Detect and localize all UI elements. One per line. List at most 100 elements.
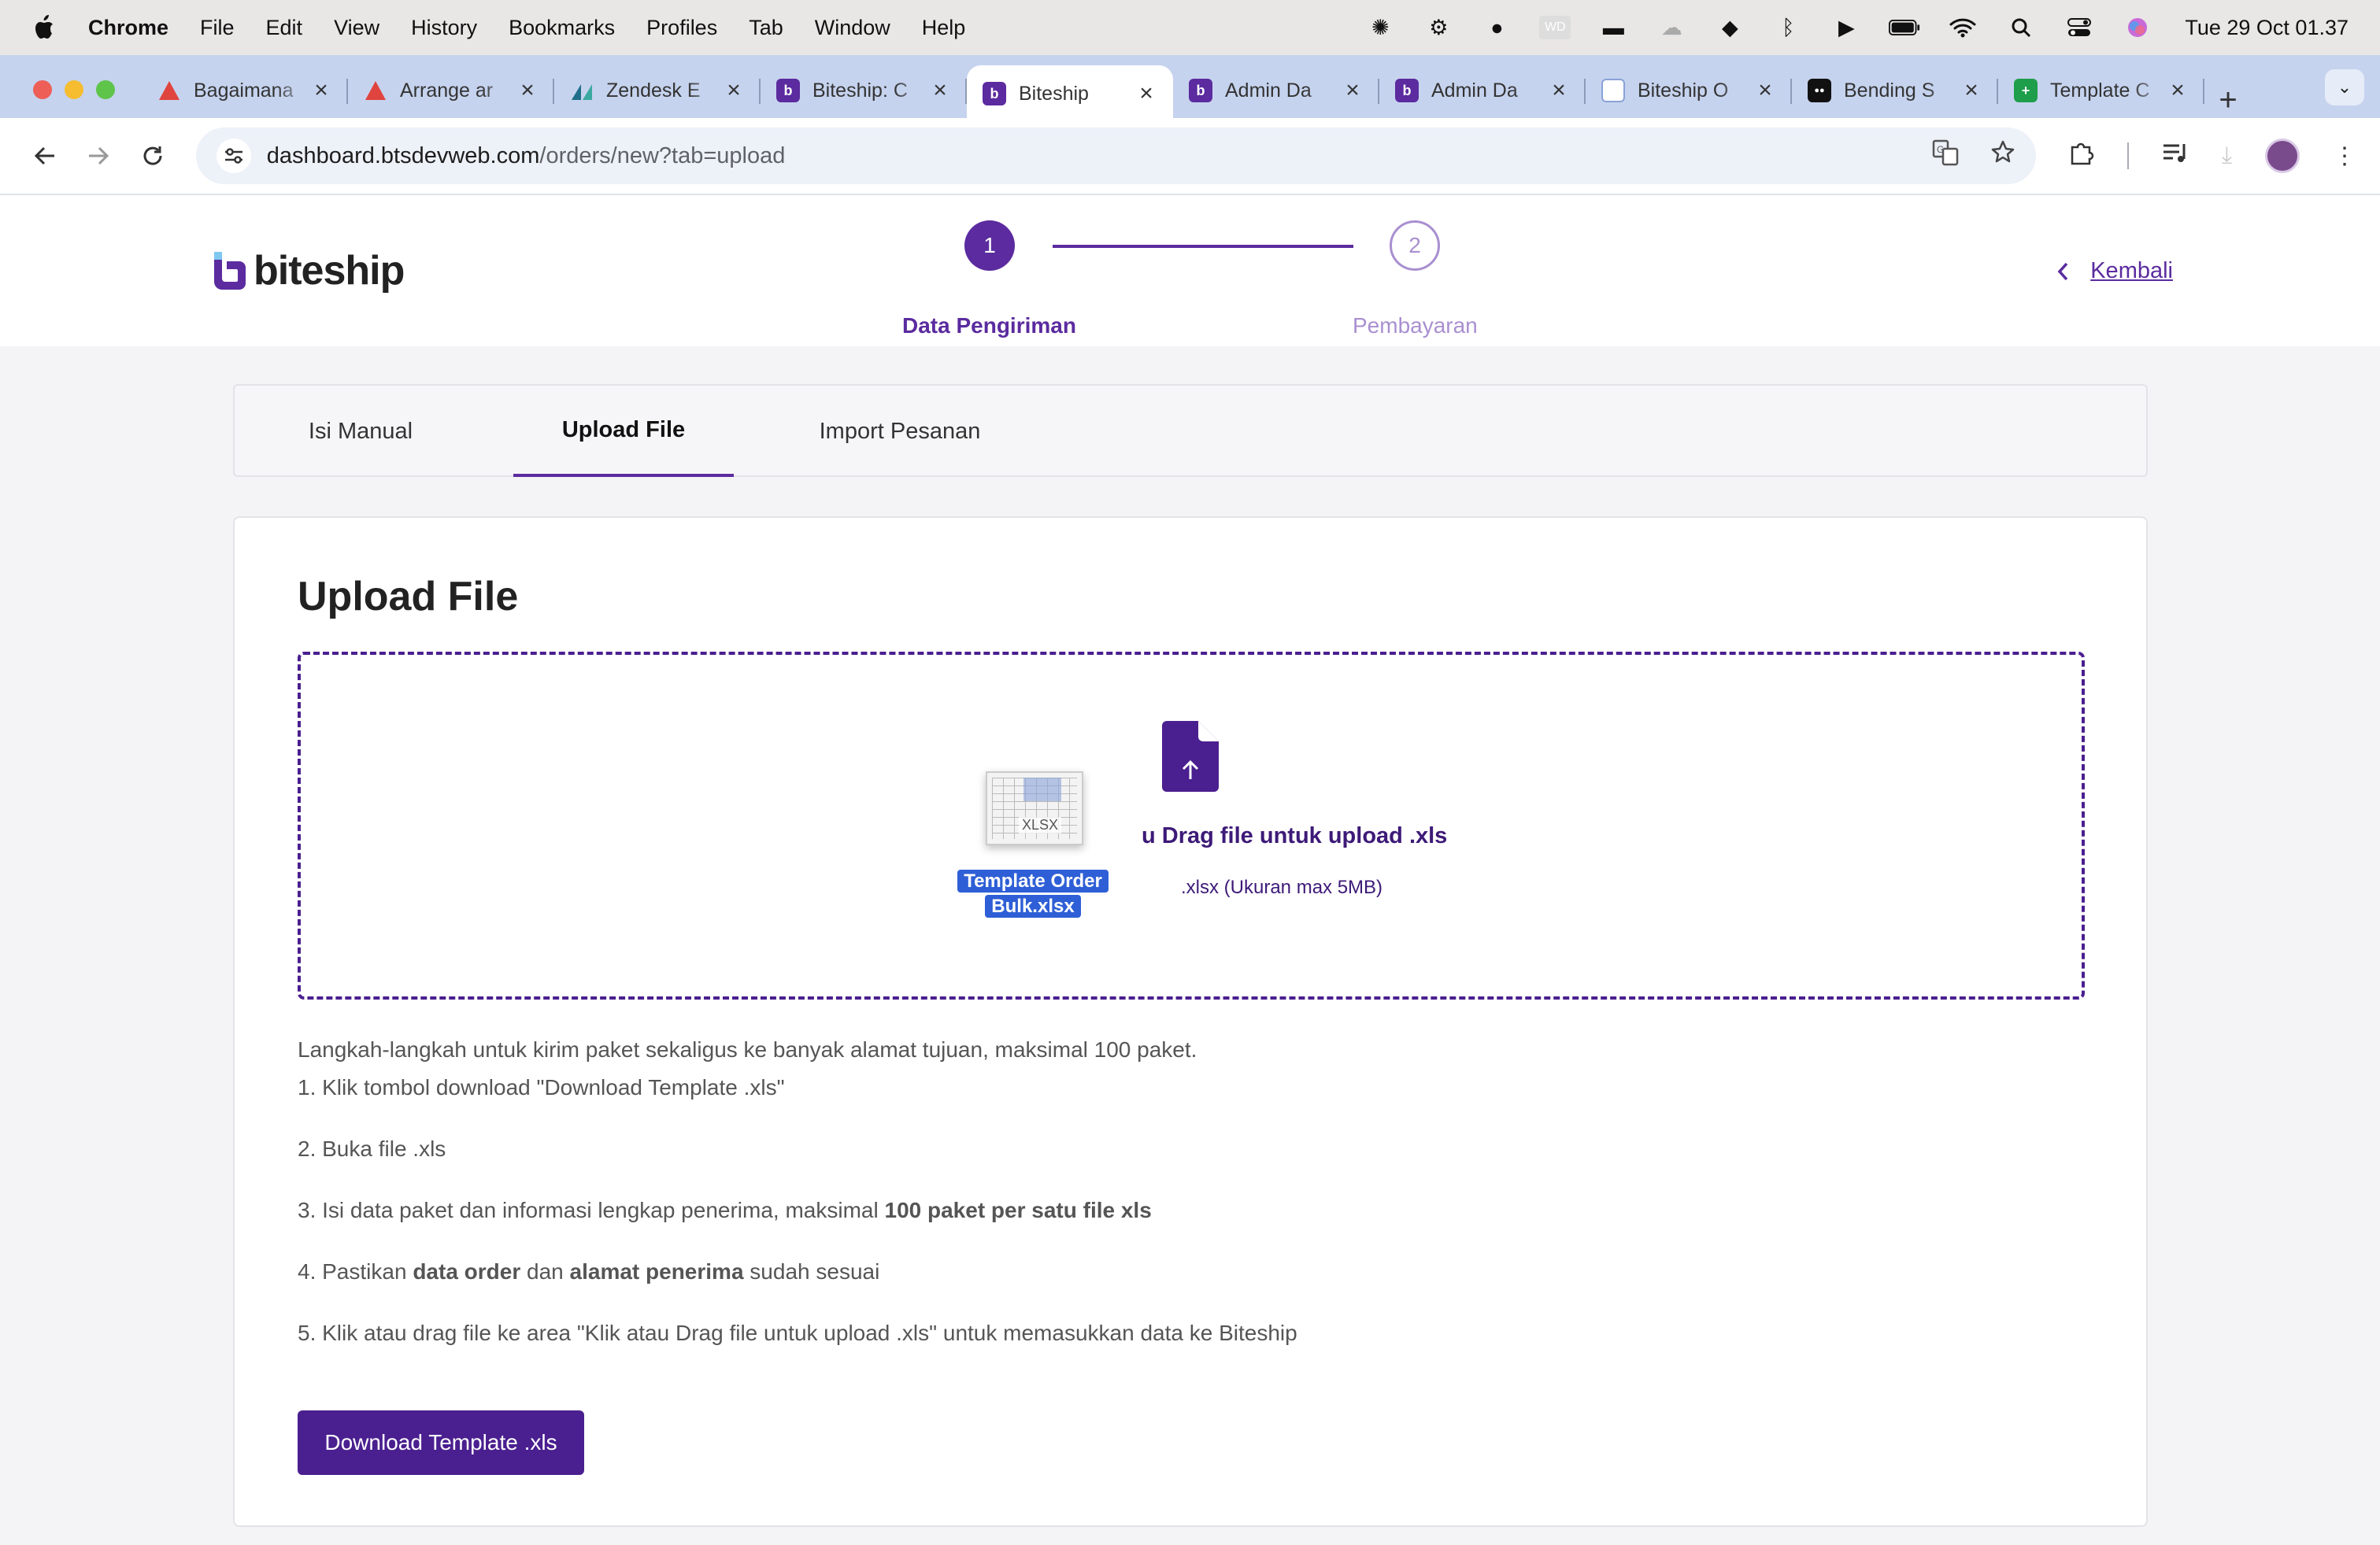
tab-manual[interactable]: Isi Manual: [235, 386, 487, 477]
instruction-step-3: 3. Isi data paket dan informasi lengkap …: [298, 1198, 1297, 1223]
tab-import-orders[interactable]: Import Pesanan: [778, 386, 1022, 477]
profile-avatar[interactable]: [2265, 139, 2300, 173]
dropzone-file-limit: .xlsx (Ukuran max 5MB): [1181, 877, 1383, 898]
battery-icon[interactable]: [1889, 16, 1920, 39]
upload-instructions: Langkah-langkah untuk kirim paket sekali…: [298, 1037, 1297, 1382]
arrow-left-icon: [35, 146, 55, 165]
menu-view[interactable]: View: [334, 16, 379, 40]
toolbar-divider: [2126, 142, 2129, 169]
translate-icon[interactable]: G: [1932, 139, 1959, 172]
menu-file[interactable]: File: [200, 16, 235, 40]
url-host: dashboard.btsdevweb.com: [266, 142, 540, 168]
biteship-logo[interactable]: biteship: [209, 247, 405, 294]
logo-text: biteship: [254, 248, 405, 294]
bookmark-star-icon[interactable]: [1990, 139, 2015, 172]
minimize-window-button[interactable]: [65, 80, 83, 99]
step-4-end: sudah sesuai: [743, 1259, 880, 1284]
browser-tab[interactable]: Arrange ar ×: [348, 63, 554, 118]
close-icon[interactable]: ×: [1960, 77, 1982, 104]
media-queue-icon[interactable]: [2162, 141, 2189, 171]
openai-icon[interactable]: ✺: [1364, 16, 1396, 39]
file-name-line-2: Bulk.xlsx: [985, 895, 1081, 918]
close-icon[interactable]: ×: [516, 77, 539, 104]
close-icon[interactable]: ×: [723, 77, 745, 104]
siri-icon[interactable]: [2122, 16, 2153, 39]
close-window-button[interactable]: [33, 80, 52, 99]
wd-drive-icon[interactable]: WD: [1539, 16, 1571, 39]
reload-button[interactable]: [131, 134, 174, 178]
url-bar[interactable]: dashboard.btsdevweb.com/orders/new?tab=u…: [195, 128, 2036, 184]
back-link[interactable]: Kembali: [2056, 258, 2173, 284]
close-icon[interactable]: ×: [2167, 77, 2189, 104]
close-icon[interactable]: ×: [1135, 80, 1157, 107]
browser-tab[interactable]: b Admin Da ×: [1173, 63, 1379, 118]
chevron-down-icon: ⌄: [2337, 77, 2352, 97]
tab-search-button[interactable]: ⌄: [2325, 69, 2364, 105]
menu-bookmarks[interactable]: Bookmarks: [509, 16, 615, 40]
tab-list: Bagaimana × Arrange ar × Zendesk E × b Biteship…: [142, 63, 2204, 122]
order-method-tabs: Isi Manual Upload File Import Pesanan: [233, 384, 2148, 477]
github-icon[interactable]: ●: [1481, 16, 1512, 39]
browser-tab-strip: Bagaimana × Arrange ar × Zendesk E × b Biteship…: [0, 55, 2380, 122]
step-2-label: Pembayaran: [1353, 313, 1478, 338]
forward-button[interactable]: [77, 134, 120, 178]
cloud-icon[interactable]: ☁: [1656, 16, 1687, 39]
browser-tab[interactable]: b Admin Da ×: [1379, 63, 1586, 118]
menu-tab[interactable]: Tab: [749, 16, 783, 40]
browser-tab[interactable]: ●● Bending S ×: [1792, 63, 1998, 118]
zendesk-icon: [570, 79, 594, 102]
gear-badge-icon[interactable]: ⚙: [1423, 16, 1454, 39]
browser-tab[interactable]: b Biteship: C ×: [761, 63, 967, 118]
menu-clock[interactable]: Tue 29 Oct 01.37: [2185, 16, 2349, 40]
maximize-window-button[interactable]: [96, 80, 115, 99]
toggle-icon[interactable]: ▬: [1597, 16, 1629, 39]
close-icon[interactable]: ×: [929, 77, 951, 104]
close-icon[interactable]: ×: [310, 77, 332, 104]
browser-tab-title: Biteship: [1019, 82, 1089, 105]
sheets-icon: +: [2014, 79, 2038, 102]
step-connector-line: [1053, 245, 1353, 248]
elephant-icon[interactable]: ◆: [1714, 16, 1745, 39]
browser-tab[interactable]: b Biteship ×: [967, 65, 1173, 122]
site-settings-icon[interactable]: [216, 139, 251, 173]
play-icon[interactable]: ▶: [1830, 16, 1862, 39]
close-icon[interactable]: ×: [1342, 77, 1364, 104]
tab-upload-file[interactable]: Upload File: [513, 386, 734, 477]
download-template-button[interactable]: Download Template .xls: [298, 1410, 584, 1475]
file-dropzone[interactable]: u Drag file untuk upload .xls .xlsx (Uku…: [298, 652, 2085, 1000]
instruction-step-5: 5. Klik atau drag file ke area "Klik ata…: [298, 1321, 1297, 1345]
menu-profiles[interactable]: Profiles: [646, 16, 717, 40]
step-3-bold: 100 paket per satu file xls: [884, 1198, 1152, 1222]
download-icon[interactable]: ⤓: [2222, 142, 2232, 169]
control-center-icon[interactable]: [2064, 16, 2095, 39]
extensions-puzzle-icon[interactable]: [2067, 139, 2094, 172]
xlsx-file-thumbnail: XLSX: [986, 771, 1083, 845]
macos-menu-bar: Chrome File Edit View History Bookmarks …: [0, 0, 2380, 55]
browser-tab[interactable]: + Template C ×: [1998, 63, 2204, 118]
menu-help[interactable]: Help: [922, 16, 966, 40]
more-menu-icon[interactable]: ⋮: [2333, 142, 2356, 170]
menu-edit[interactable]: Edit: [266, 16, 303, 40]
wifi-icon[interactable]: [1947, 16, 1978, 39]
menu-window[interactable]: Window: [815, 16, 890, 40]
instruction-step-2: 2. Buka file .xls: [298, 1137, 446, 1161]
spotlight-search-icon[interactable]: [2005, 16, 2037, 39]
step-1-circle: 1: [964, 220, 1015, 271]
back-button[interactable]: [24, 134, 66, 178]
browser-tab[interactable]: Biteship O ×: [1586, 63, 1792, 118]
arrow-right-icon: [89, 146, 109, 165]
spreadsheet-header: [1023, 778, 1061, 801]
browser-tab[interactable]: Zendesk E ×: [554, 63, 761, 118]
apple-icon[interactable]: [31, 14, 55, 41]
close-icon[interactable]: ×: [1548, 77, 1570, 104]
menu-app-name[interactable]: Chrome: [88, 16, 168, 40]
dropzone-instruction: u Drag file untuk upload .xls: [1142, 823, 1448, 848]
chevron-left-icon: [2057, 262, 2068, 280]
instruction-step-1: 1. Klik tombol download "Download Templa…: [298, 1075, 785, 1100]
new-tab-button[interactable]: +: [2204, 83, 2252, 118]
browser-tab[interactable]: Bagaimana ×: [142, 63, 348, 118]
menu-history[interactable]: History: [411, 16, 477, 40]
close-icon[interactable]: ×: [1754, 77, 1776, 104]
bluetooth-icon[interactable]: ᛒ: [1772, 16, 1804, 39]
page-header: biteship 1 2 Data Pengiriman Pembayaran …: [0, 195, 2380, 346]
